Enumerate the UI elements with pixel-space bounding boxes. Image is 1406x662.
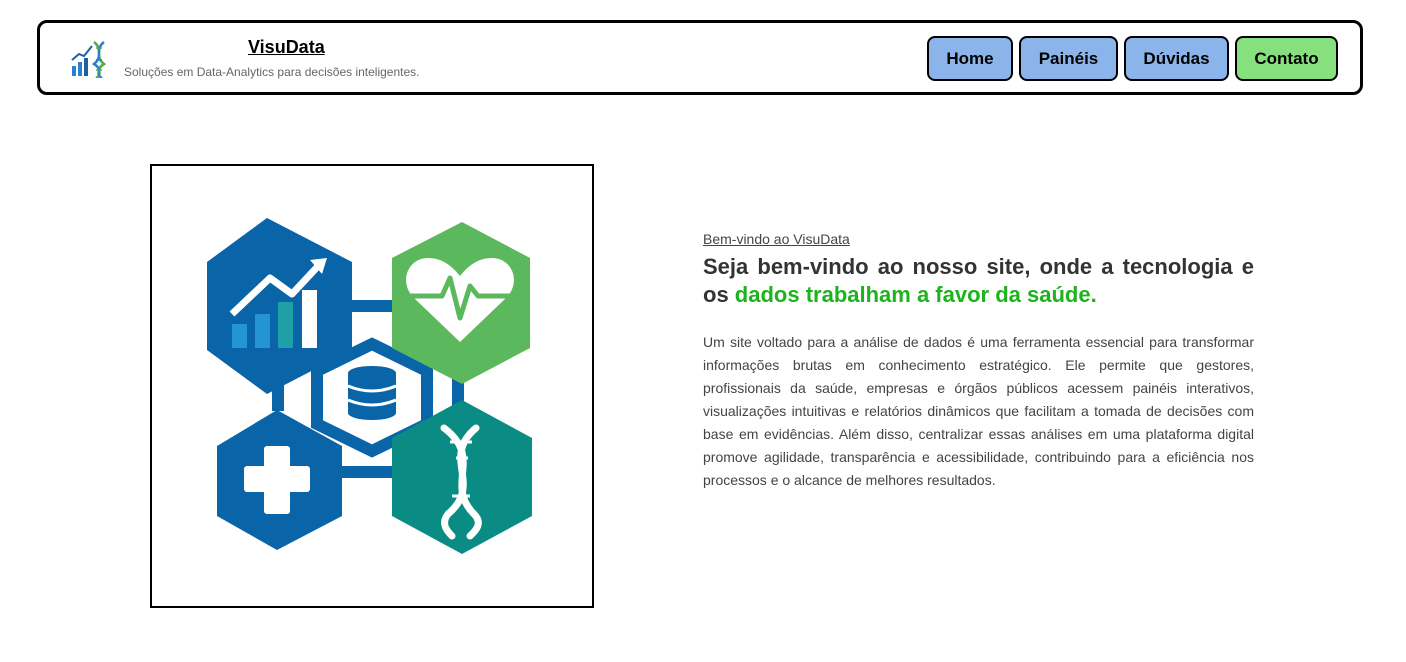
site-tagline: Soluções em Data-Analytics para decisões…	[124, 65, 420, 79]
database-icon	[347, 366, 397, 420]
site-title[interactable]: VisuData	[248, 37, 325, 58]
chart-dna-logo-icon[interactable]	[70, 40, 110, 78]
hero-headline: Seja bem-vindo ao nosso site, onde a tec…	[703, 253, 1254, 309]
nav-paineis-button[interactable]: Painéis	[1019, 36, 1118, 81]
nav-contato-button[interactable]: Contato	[1235, 36, 1338, 81]
site-header: VisuData Soluções em Data-Analytics para…	[37, 20, 1363, 95]
hero-illustration	[150, 164, 594, 608]
nav-duvidas-button[interactable]: Dúvidas	[1124, 36, 1229, 81]
welcome-link[interactable]: Bem-vindo ao VisuData	[703, 231, 1254, 247]
main-nav: Home Painéis Dúvidas Contato	[927, 36, 1338, 81]
health-data-hexagon-illustration	[207, 218, 532, 554]
headline-highlight: dados trabalham a favor da saúde.	[734, 282, 1097, 307]
nav-home-button[interactable]: Home	[927, 36, 1013, 81]
hero-content: Bem-vindo ao VisuData Seja bem-vindo ao …	[703, 231, 1254, 492]
hero-description: Um site voltado para a análise de dados …	[703, 334, 1254, 488]
